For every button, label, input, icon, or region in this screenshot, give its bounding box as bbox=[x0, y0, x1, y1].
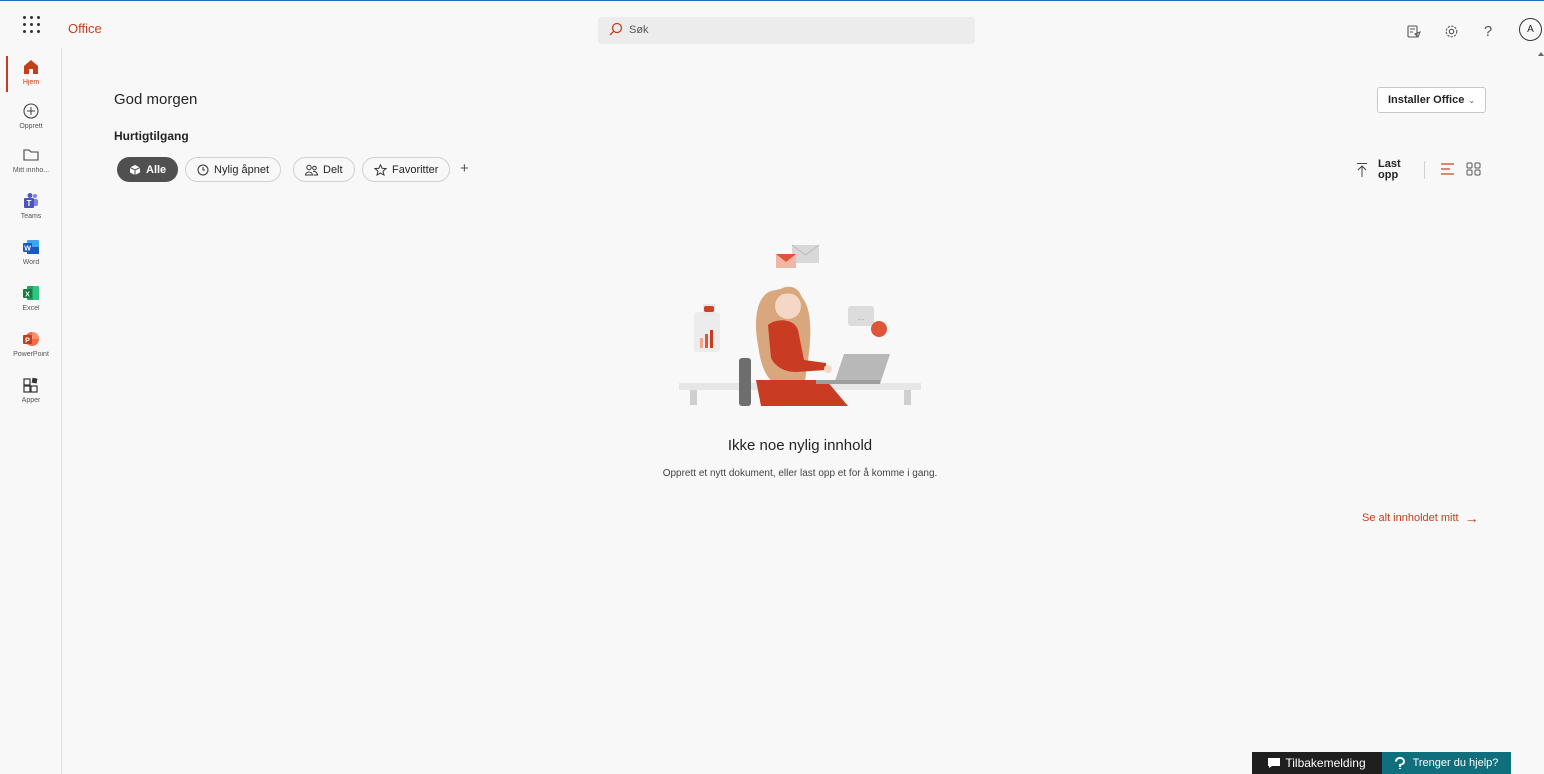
empty-state-illustration: ... bbox=[676, 240, 926, 415]
rail-label: Opprett bbox=[19, 123, 43, 130]
rail-label: Hjem bbox=[22, 79, 40, 86]
page-title: God morgen bbox=[114, 91, 198, 108]
upload-label-line2: opp bbox=[1378, 169, 1399, 181]
rail-label: Word bbox=[22, 259, 40, 266]
install-office-label: Installer Office bbox=[1387, 94, 1465, 106]
teams-icon: T bbox=[21, 191, 41, 211]
list-view-icon[interactable] bbox=[1440, 162, 1455, 181]
rail-label: Teams bbox=[20, 213, 42, 220]
filter-label: Alle bbox=[146, 163, 167, 176]
arrow-right-icon: → bbox=[1464, 510, 1479, 526]
rail-item-home[interactable]: Hjem bbox=[0, 52, 62, 96]
rail-label: PowerPoint bbox=[13, 351, 49, 358]
settings-gear-icon[interactable] bbox=[1441, 21, 1461, 41]
filter-pill-recent[interactable]: Nylig åpnet bbox=[185, 157, 282, 182]
word-icon: W bbox=[21, 237, 41, 257]
rail-item-powerpoint[interactable]: P PowerPoint bbox=[0, 324, 62, 368]
svg-text:W: W bbox=[24, 246, 31, 253]
rail-item-create[interactable]: Opprett bbox=[0, 96, 62, 140]
home-icon bbox=[21, 57, 41, 77]
top-bar: Office Søk ? A bbox=[0, 0, 1544, 48]
rail-label: Apper bbox=[21, 397, 41, 404]
grid-view-icon[interactable] bbox=[1466, 162, 1481, 181]
upload-label: Last opp bbox=[1378, 159, 1401, 181]
powerpoint-icon: P bbox=[21, 329, 41, 349]
svg-text:...: ... bbox=[858, 313, 865, 322]
rail-item-word[interactable]: W Word bbox=[0, 232, 62, 276]
plus-circle-icon bbox=[21, 101, 41, 121]
see-all-label: Se alt innholdet mitt bbox=[1362, 512, 1459, 524]
rail-item-apps[interactable]: Apper bbox=[0, 370, 62, 414]
apps-icon bbox=[21, 375, 41, 395]
filter-label: Nylig åpnet bbox=[214, 163, 270, 176]
svg-text:T: T bbox=[27, 199, 32, 208]
feedback-label: Tilbakemelding bbox=[1285, 756, 1366, 770]
svg-text:P: P bbox=[25, 338, 30, 345]
chat-icon bbox=[1268, 758, 1281, 768]
toolbar-divider bbox=[1424, 161, 1425, 179]
filter-pill-shared[interactable]: Delt bbox=[293, 157, 355, 182]
folder-icon bbox=[21, 145, 41, 165]
rail-item-excel[interactable]: X Excel bbox=[0, 278, 62, 322]
rail-item-teams[interactable]: T Teams bbox=[0, 186, 62, 230]
help-label: Trenger du hjelp? bbox=[1412, 757, 1499, 769]
rail-label: Mitt innho... bbox=[12, 167, 50, 174]
help-icon bbox=[1394, 757, 1405, 769]
filter-label: Favoritter bbox=[392, 163, 439, 176]
people-icon bbox=[305, 164, 318, 176]
search-input[interactable]: Søk bbox=[598, 17, 975, 44]
filter-pill-all[interactable]: Alle bbox=[117, 157, 179, 182]
add-filter-button[interactable]: + bbox=[460, 160, 469, 177]
app-launcher-icon[interactable] bbox=[22, 15, 42, 35]
rail-label: Excel bbox=[22, 305, 40, 312]
svg-text:X: X bbox=[25, 292, 30, 299]
quick-access-heading: Hurtigtilgang bbox=[114, 129, 189, 143]
filter-pill-favorites[interactable]: Favoritter bbox=[362, 157, 451, 182]
page-scrollbar[interactable] bbox=[1536, 48, 1544, 774]
see-all-content-link[interactable]: Se alt innholdet mitt → bbox=[1362, 510, 1479, 526]
upload-icon bbox=[1357, 163, 1367, 177]
feedback-button[interactable]: Tilbakemelding bbox=[1252, 752, 1382, 774]
upload-button[interactable]: Last opp bbox=[1356, 159, 1401, 181]
clock-icon bbox=[197, 164, 209, 176]
avatar[interactable]: A bbox=[1519, 18, 1542, 41]
office-brand-link[interactable]: Office bbox=[68, 21, 102, 36]
empty-state-title: Ikke noe nylig innhold bbox=[727, 437, 873, 454]
left-rail: Hjem Opprett Mitt innho... T Teams W Wor… bbox=[0, 48, 62, 774]
chevron-down-icon: ⌄ bbox=[1468, 95, 1476, 105]
help-icon[interactable]: ? bbox=[1478, 21, 1498, 41]
excel-icon: X bbox=[21, 283, 41, 303]
rail-item-my-content[interactable]: Mitt innho... bbox=[0, 140, 62, 184]
filter-label: Delt bbox=[323, 163, 343, 176]
empty-state-subtitle: Opprett et nytt dokument, eller last opp… bbox=[662, 468, 938, 479]
cube-icon bbox=[129, 164, 141, 176]
my-day-icon[interactable] bbox=[1403, 21, 1423, 41]
search-placeholder: Søk bbox=[629, 24, 649, 36]
help-button[interactable]: Trenger du hjelp? bbox=[1382, 752, 1511, 774]
star-icon bbox=[374, 163, 387, 176]
scroll-up-icon[interactable] bbox=[1538, 52, 1544, 56]
search-icon bbox=[609, 22, 623, 36]
install-office-button[interactable]: Installer Office ⌄ bbox=[1377, 87, 1486, 113]
